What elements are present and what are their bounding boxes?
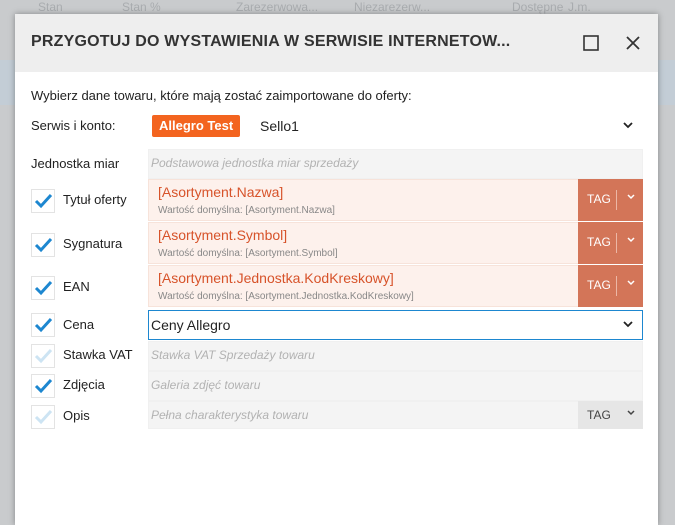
prepare-listing-dialog: PRZYGOTUJ DO WYSTAWIENIA W SERWISIE INTE… bbox=[15, 14, 658, 525]
chevron-down-icon bbox=[622, 318, 634, 333]
opis-checkbox[interactable] bbox=[31, 405, 55, 429]
zdjecia-label: Zdjęcia bbox=[63, 377, 105, 392]
serwis-select[interactable]: Allegro Test Sello1 bbox=[148, 108, 643, 144]
sygnatura-checkbox[interactable] bbox=[31, 233, 55, 257]
tag-label: TAG bbox=[587, 192, 611, 206]
tytul-tag-button[interactable]: TAG bbox=[578, 179, 643, 221]
sygnatura-default: Wartość domyślna: [Asortyment.Symbol] bbox=[158, 248, 338, 259]
tag-separator bbox=[616, 190, 617, 210]
ean-value: [Asortyment.Jednostka.KodKreskowy] bbox=[158, 270, 394, 286]
bg-col-stan-pct: Stan % bbox=[122, 0, 161, 14]
bg-col-zarezerwowane: Zarezerwowa... bbox=[236, 0, 319, 14]
chevron-down-icon bbox=[626, 277, 636, 291]
jednostka-label: Jednostka miar bbox=[31, 156, 120, 171]
chevron-down-icon bbox=[626, 234, 636, 248]
tytul-default: Wartość domyślna: [Asortyment.Nazwa] bbox=[158, 205, 335, 216]
vat-field[interactable]: Stawka VAT Sprzedaży towaru bbox=[148, 341, 643, 371]
vat-placeholder: Stawka VAT Sprzedaży towaru bbox=[151, 348, 315, 362]
ean-tag-button[interactable]: TAG bbox=[578, 265, 643, 307]
tag-label: TAG bbox=[587, 408, 611, 422]
tytul-label: Tytuł oferty bbox=[63, 192, 127, 207]
ean-label: EAN bbox=[63, 279, 90, 294]
zdjecia-checkbox[interactable] bbox=[31, 374, 55, 398]
opis-field[interactable]: Pełna charakterystyka towaru TAG bbox=[148, 401, 643, 429]
zdjecia-placeholder: Galeria zdjęć towaru bbox=[151, 378, 261, 392]
chevron-down-icon bbox=[626, 407, 636, 421]
vat-checkbox[interactable] bbox=[31, 344, 55, 368]
opis-tag-button[interactable]: TAG bbox=[578, 401, 643, 429]
checkmark-icon bbox=[34, 237, 53, 253]
tytul-checkbox[interactable] bbox=[31, 189, 55, 213]
checkmark-outline-icon bbox=[34, 348, 53, 364]
ean-default: Wartość domyślna: [Asortyment.Jednostka.… bbox=[158, 291, 414, 302]
vat-label: Stawka VAT bbox=[63, 347, 133, 362]
close-button[interactable] bbox=[618, 28, 648, 58]
allegro-test-badge: Allegro Test bbox=[152, 115, 241, 137]
bg-col-jm: J.m. bbox=[568, 0, 591, 14]
tytul-value: [Asortyment.Nazwa] bbox=[158, 184, 284, 200]
cena-label: Cena bbox=[63, 317, 95, 332]
cena-select[interactable]: Ceny Allegro bbox=[148, 310, 643, 340]
bg-col-dostepne: Dostępne bbox=[512, 0, 564, 14]
tag-separator bbox=[616, 276, 617, 296]
sygnatura-value: [Asortyment.Symbol] bbox=[158, 227, 288, 243]
bg-col-stan: Stan bbox=[38, 0, 63, 14]
sygnatura-label: Sygnatura bbox=[63, 236, 123, 251]
opis-label: Opis bbox=[63, 408, 90, 423]
sygnatura-field[interactable]: [Asortyment.Symbol] Wartość domyślna: [A… bbox=[148, 222, 643, 264]
cena-value: Ceny Allegro bbox=[151, 317, 231, 333]
jednostka-field[interactable]: Podstawowa jednostka miar sprzedaży bbox=[148, 149, 643, 179]
tag-label: TAG bbox=[587, 235, 611, 249]
tag-label: TAG bbox=[587, 278, 611, 292]
opis-placeholder: Pełna charakterystyka towaru bbox=[151, 408, 309, 422]
tag-separator bbox=[616, 233, 617, 253]
bg-col-niezarezerwowane: Niezarezerw... bbox=[354, 0, 431, 14]
checkmark-icon bbox=[34, 317, 53, 333]
checkmark-icon bbox=[34, 193, 53, 209]
jednostka-placeholder: Podstawowa jednostka miar sprzedaży bbox=[151, 156, 359, 170]
serwis-value: Sello1 bbox=[260, 118, 299, 134]
maximize-icon bbox=[583, 35, 599, 51]
checkmark-icon bbox=[34, 280, 53, 296]
zdjecia-field[interactable]: Galeria zdjęć towaru bbox=[148, 371, 643, 401]
chevron-down-icon bbox=[622, 119, 634, 134]
dialog-title: PRZYGOTUJ DO WYSTAWIENIA W SERWISIE INTE… bbox=[31, 33, 511, 50]
chevron-down-icon bbox=[626, 191, 636, 205]
cena-checkbox[interactable] bbox=[31, 313, 55, 337]
dialog-titlebar: PRZYGOTUJ DO WYSTAWIENIA W SERWISIE INTE… bbox=[15, 14, 658, 72]
maximize-button[interactable] bbox=[576, 28, 606, 58]
serwis-label: Serwis i konto: bbox=[31, 118, 116, 133]
ean-field[interactable]: [Asortyment.Jednostka.KodKreskowy] Warto… bbox=[148, 265, 643, 307]
tytul-field[interactable]: [Asortyment.Nazwa] Wartość domyślna: [As… bbox=[148, 179, 643, 221]
close-icon bbox=[626, 36, 640, 50]
sygnatura-tag-button[interactable]: TAG bbox=[578, 222, 643, 264]
checkmark-outline-icon bbox=[34, 409, 53, 425]
ean-checkbox[interactable] bbox=[31, 276, 55, 300]
instruction-text: Wybierz dane towaru, które mają zostać z… bbox=[31, 88, 412, 103]
checkmark-icon bbox=[34, 378, 53, 394]
